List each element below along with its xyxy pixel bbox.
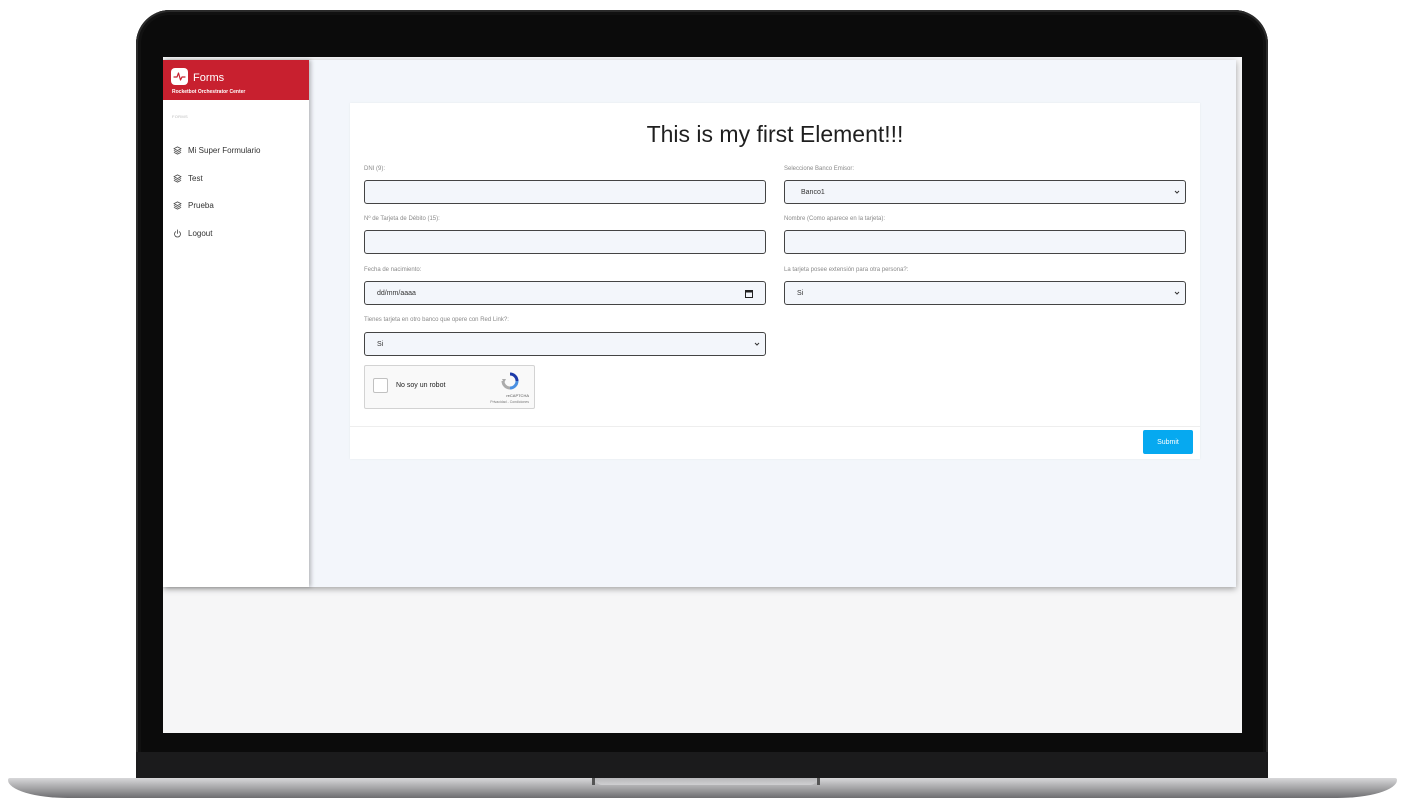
form-title: This is my first Element!!! [646, 121, 904, 147]
recaptcha-brand: reCAPTCHA [506, 393, 529, 398]
extension-select[interactable]: Si [784, 281, 1186, 305]
sidebar-item-label: Mi Super Formulario [188, 146, 261, 156]
sidebar-item-label: Prueba [188, 201, 214, 211]
laptop-screen: Forms Rocketbot Orchestrator Center FORM… [163, 57, 1242, 733]
layers-icon [173, 146, 182, 155]
app-window: Forms Rocketbot Orchestrator Center FORM… [163, 60, 1236, 587]
fecha-label: Fecha de nacimiento: [364, 267, 422, 273]
chevron-down-icon [1174, 290, 1180, 296]
extension-label: La tarjeta posee extensión para otra per… [784, 267, 909, 273]
recaptcha-widget: No soy un robot reCAPTCHA Privacidad - C… [364, 365, 535, 409]
chevron-down-icon [1174, 189, 1180, 195]
redlink-value: Si [377, 340, 384, 348]
sidebar: Forms Rocketbot Orchestrator Center FORM… [163, 60, 309, 587]
redlink-select[interactable]: Si [364, 332, 766, 356]
layers-icon [173, 174, 182, 183]
power-icon [173, 229, 182, 238]
tarjeta-label: Nº de Tarjeta de Débito (15): [364, 216, 440, 222]
sidebar-item-test[interactable]: Test [163, 165, 309, 193]
laptop-hinge-notch [592, 778, 820, 785]
sidebar-nav: Mi Super Formulario Test Prueba Logout [163, 137, 309, 247]
card-footer-divider [350, 426, 1200, 427]
fecha-placeholder: dd/mm/aaaa [377, 289, 416, 297]
sidebar-item-logout[interactable]: Logout [163, 220, 309, 248]
redlink-label: Tienes tarjeta en otro banco que opere c… [364, 317, 509, 323]
laptop-bezel-bottom [136, 752, 1268, 780]
sidebar-item-mi-super-formulario[interactable]: Mi Super Formulario [163, 137, 309, 165]
brand-title: Forms [193, 72, 225, 84]
nombre-field[interactable] [784, 230, 1186, 254]
sidebar-item-label: Test [188, 173, 203, 183]
calendar-icon[interactable] [745, 289, 753, 298]
recaptcha-label: No soy un robot [396, 382, 446, 389]
brand-header: Forms Rocketbot Orchestrator Center [163, 60, 309, 100]
recaptcha-logo-icon [500, 371, 520, 391]
tarjeta-field[interactable] [364, 230, 766, 254]
sidebar-item-label: Logout [188, 228, 213, 238]
recaptcha-checkbox[interactable] [373, 378, 388, 393]
recaptcha-links[interactable]: Privacidad - Condiciones [490, 400, 529, 404]
brand-subtitle: Rocketbot Orchestrator Center [172, 89, 246, 95]
section-label: FORMS [172, 114, 188, 119]
form-card: This is my first Element!!! DNI (9): Nº … [350, 103, 1200, 459]
fecha-field[interactable]: dd/mm/aaaa [364, 281, 766, 305]
extension-value: Si [797, 289, 804, 297]
chevron-down-icon [754, 341, 760, 347]
sidebar-item-prueba[interactable]: Prueba [163, 192, 309, 220]
banco-label: Seleccione Banco Emisor: [784, 166, 855, 172]
banco-select[interactable]: Banco1 [784, 180, 1186, 204]
activity-icon [171, 68, 188, 85]
dni-field[interactable] [364, 180, 766, 204]
submit-button[interactable]: Submit [1143, 430, 1193, 454]
banco-value: Banco1 [801, 188, 825, 196]
layers-icon [173, 201, 182, 210]
nombre-label: Nombre (Como aparece en la tarjeta): [784, 216, 886, 222]
dni-label: DNI (9): [364, 166, 385, 172]
